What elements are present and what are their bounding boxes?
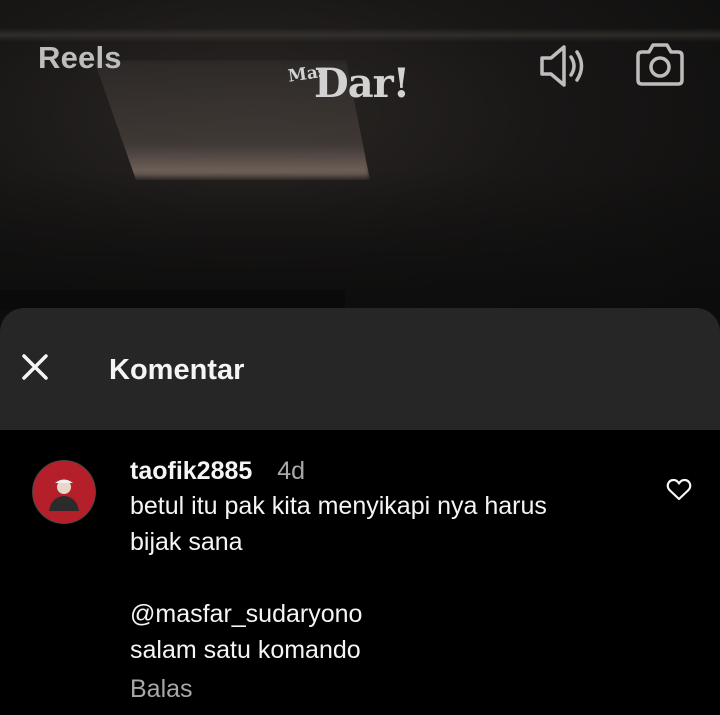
video-dark-strip — [0, 290, 345, 310]
comment-age: 4d — [277, 457, 306, 485]
close-icon[interactable] — [18, 350, 52, 384]
avatar[interactable] — [32, 460, 96, 524]
logo-main-text: Dar! — [314, 60, 410, 107]
comment-username[interactable]: taofik2885 — [130, 457, 252, 485]
comment: taofik2885 4d betul itu pak kita menyika… — [130, 454, 650, 706]
comment-text-line: betul itu pak kita menyikapi nya harus — [130, 492, 547, 520]
comment-text-line: bijak sana — [130, 528, 243, 556]
comments-sheet-header: Komentar — [0, 308, 720, 430]
sheet-title: Komentar — [109, 354, 245, 386]
reply-button[interactable]: Balas — [130, 672, 650, 706]
comment-blank-line — [130, 560, 650, 596]
comments-list: taofik2885 4d betul itu pak kita menyika… — [0, 430, 720, 715]
comment-text-line: salam satu komando — [130, 636, 361, 664]
heart-icon[interactable] — [666, 478, 692, 502]
comment-mention[interactable]: @masfar_sudaryono — [130, 596, 650, 632]
speaker-icon[interactable] — [536, 40, 588, 92]
comment-meta: taofik2885 4d — [130, 454, 650, 488]
camera-icon[interactable] — [634, 40, 686, 92]
watermark-logo: Mas Dar! — [287, 60, 438, 115]
reels-title: Reels — [38, 40, 122, 75]
